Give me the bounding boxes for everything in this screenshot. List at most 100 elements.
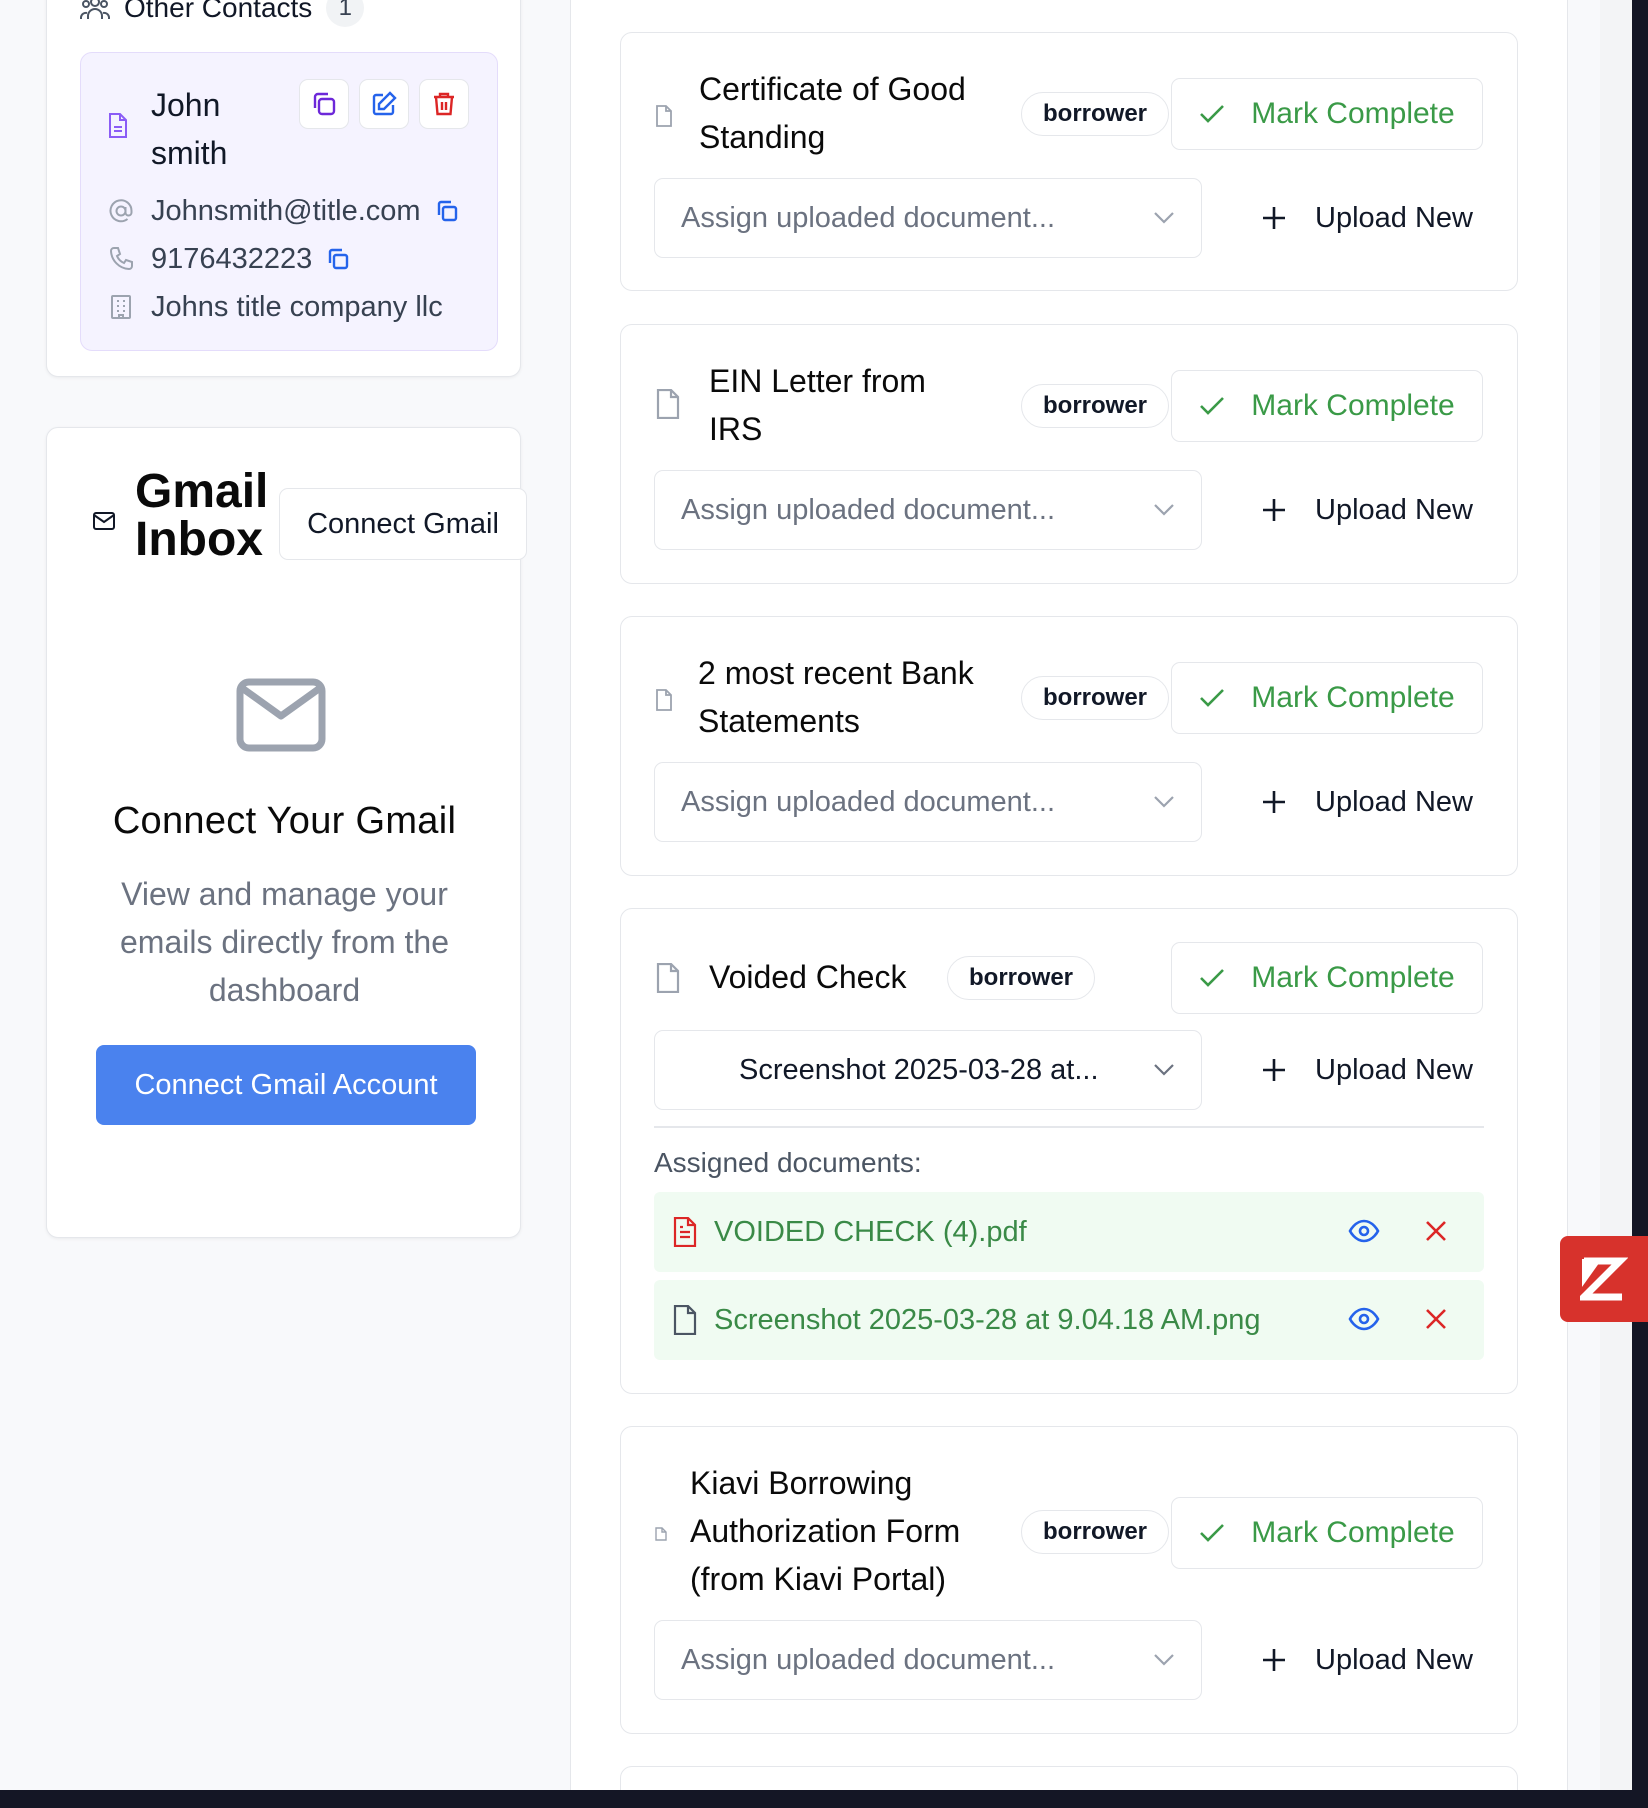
document-title: EIN Letter from IRS [709, 363, 926, 447]
assign-select-value: Assign uploaded document... [681, 1643, 1056, 1676]
file-icon [655, 105, 673, 127]
mark-complete-button[interactable]: Mark Complete [1171, 1497, 1483, 1569]
other-contacts-title: Other Contacts [124, 0, 313, 23]
file-icon [655, 689, 673, 711]
users-icon [80, 0, 110, 21]
assign-document-select[interactable]: Assign uploaded document... [654, 1620, 1202, 1700]
other-contacts-header: Other Contacts 1 [80, 0, 365, 28]
mark-complete-label: Mark Complete [1251, 97, 1455, 130]
upload-new-label: Upload New [1315, 785, 1473, 818]
contact-name: John smith [151, 87, 228, 171]
assign-select-value: Assign uploaded document... [681, 493, 1056, 526]
upload-new-label: Upload New [1315, 493, 1473, 526]
mark-complete-button[interactable]: Mark Complete [1171, 78, 1483, 150]
copy-icon [311, 91, 337, 117]
contact-company: Johns title company llc [151, 290, 443, 323]
mark-complete-label: Mark Complete [1251, 1516, 1455, 1549]
assign-select-value: Screenshot 2025-03-28 at... [739, 1053, 1099, 1086]
document-card: Certificate of Good Standing borrower Ma… [620, 32, 1518, 291]
mark-complete-label: Mark Complete [1251, 389, 1455, 422]
assign-document-select[interactable]: Assign uploaded document... [654, 470, 1202, 550]
assign-document-select[interactable]: Assign uploaded document... [654, 762, 1202, 842]
building-icon [107, 294, 135, 320]
file-icon [655, 963, 681, 993]
upload-new-button[interactable]: Upload New [1239, 1030, 1485, 1110]
pdf-file-icon [672, 1217, 698, 1247]
upload-new-button[interactable]: Upload New [1239, 470, 1485, 550]
role-badge: borrower [1021, 676, 1170, 720]
mark-complete-button[interactable]: Mark Complete [1171, 942, 1483, 1014]
document-card: 2 most recent Bank Statements borrower M… [620, 616, 1518, 876]
mark-complete-label: Mark Complete [1251, 961, 1455, 994]
contact-phone: 9176432223 [151, 242, 313, 275]
scrollbar[interactable] [1600, 0, 1632, 1790]
contact-email: Johnsmith@title.com [151, 194, 421, 227]
role-badge: borrower [1021, 1510, 1170, 1554]
plus-icon [1261, 1057, 1287, 1083]
chevron-down-icon [1153, 503, 1175, 517]
role-badge: borrower [1021, 92, 1170, 136]
chevron-down-icon [1153, 1653, 1175, 1667]
connect-gmail-button[interactable]: Connect Gmail [279, 488, 527, 560]
contact-document-icon [107, 113, 129, 139]
phone-icon [107, 246, 135, 272]
view-document-eye-icon[interactable] [1348, 1217, 1380, 1245]
assigned-document-row: VOIDED CHECK (4).pdf [654, 1192, 1484, 1272]
upload-new-button[interactable]: Upload New [1239, 762, 1485, 842]
assign-document-select[interactable]: Screenshot 2025-03-28 at... [654, 1030, 1202, 1110]
file-icon [672, 1305, 698, 1335]
file-icon [655, 389, 681, 419]
zendesk-logo-icon [1580, 1257, 1628, 1301]
check-icon [1199, 688, 1225, 708]
upload-new-button[interactable]: Upload New [1239, 178, 1485, 258]
gmail-inbox-title: Gmail Inbox [135, 465, 269, 566]
mail-icon [93, 512, 115, 530]
connect-gmail-description: View and manage your emails directly fro… [120, 876, 449, 1008]
edit-contact-button[interactable] [359, 79, 409, 129]
plus-icon [1261, 205, 1287, 231]
support-widget-button[interactable] [1560, 1236, 1648, 1322]
role-badge: borrower [1021, 384, 1170, 428]
file-icon [655, 1527, 667, 1541]
document-title: Kiavi Borrowing Authorization Form (from… [690, 1465, 961, 1597]
contacts-count-badge: 1 [326, 0, 365, 27]
remove-document-x-icon[interactable] [1424, 1219, 1448, 1243]
remove-document-x-icon[interactable] [1424, 1307, 1448, 1331]
assign-select-value: Assign uploaded document... [681, 201, 1056, 234]
connect-your-gmail-heading: Connect Your Gmail [112, 800, 457, 842]
contact-card: John smith Johnsmith@title.com 917643222… [80, 52, 498, 351]
copy-phone-icon[interactable] [326, 247, 350, 271]
mark-complete-button[interactable]: Mark Complete [1171, 370, 1483, 442]
upload-new-label: Upload New [1315, 1053, 1473, 1086]
contact-phone-row: 9176432223 [107, 241, 350, 277]
mark-complete-label: Mark Complete [1251, 681, 1455, 714]
document-card: Kiavi Borrowing Authorization Form (from… [620, 1426, 1518, 1734]
connect-gmail-account-button[interactable]: Connect Gmail Account [96, 1045, 476, 1125]
window-edge [1632, 0, 1648, 1808]
upload-new-button[interactable]: Upload New [1239, 1620, 1485, 1700]
copy-email-icon[interactable] [435, 199, 459, 223]
at-sign-icon [107, 198, 135, 224]
delete-contact-button[interactable] [419, 79, 469, 129]
copy-contact-button[interactable] [299, 79, 349, 129]
plus-icon [1261, 497, 1287, 523]
contact-company-row: Johns title company llc [107, 289, 443, 325]
view-document-eye-icon[interactable] [1348, 1305, 1380, 1333]
check-icon [1199, 968, 1225, 988]
assign-select-value: Assign uploaded document... [681, 785, 1056, 818]
envelope-icon [236, 678, 326, 752]
assigned-document-row: Screenshot 2025-03-28 at 9.04.18 AM.png [654, 1280, 1484, 1360]
assigned-documents-label: Assigned documents: [654, 1147, 922, 1178]
gmail-inbox-card: Gmail Inbox Connect Gmail Connect Your G… [46, 427, 527, 1238]
document-card: Voided Check borrower Mark Complete Scre… [620, 908, 1518, 1394]
assign-document-select[interactable]: Assign uploaded document... [654, 178, 1202, 258]
chevron-down-icon [1153, 795, 1175, 809]
document-title: Certificate of Good Standing [699, 71, 966, 155]
plus-icon [1261, 789, 1287, 815]
check-icon [1199, 396, 1225, 416]
check-icon [1199, 1523, 1225, 1543]
mark-complete-button[interactable]: Mark Complete [1171, 662, 1483, 734]
document-title: 2 most recent Bank Statements [698, 655, 974, 739]
chevron-down-icon [1153, 1063, 1175, 1077]
plus-icon [1261, 1647, 1287, 1673]
